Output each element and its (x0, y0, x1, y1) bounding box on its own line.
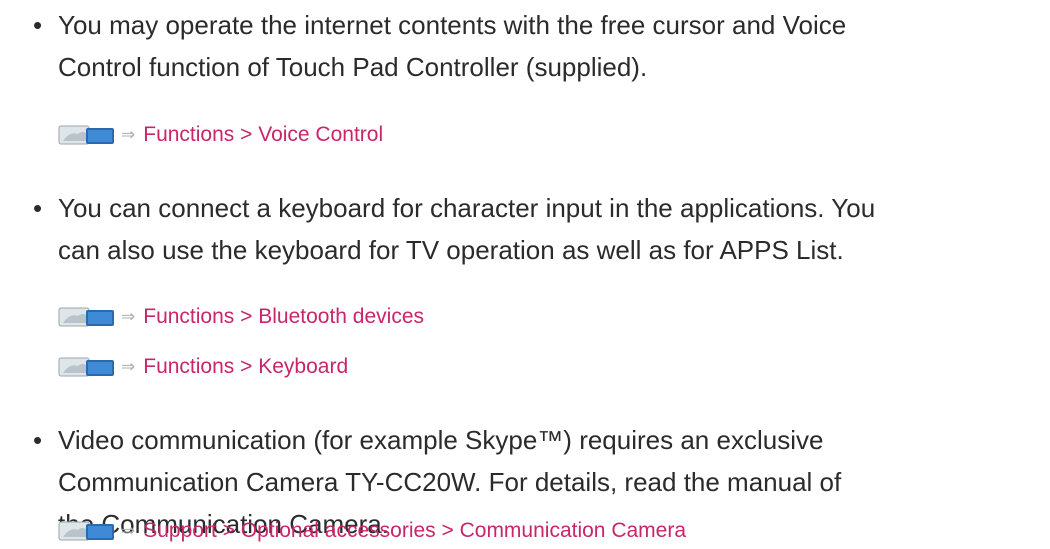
ehelp-book-icon (58, 521, 114, 541)
reference-link-row[interactable]: ⇒ Functions > Keyboard (58, 352, 348, 382)
reference-link[interactable]: Functions > Keyboard (143, 355, 348, 379)
ehelp-book-icon (58, 357, 114, 377)
arrow-right-icon: ⇒ (121, 307, 136, 326)
bullet-text-line: can also use the keyboard for TV operati… (58, 235, 844, 265)
bullet-text-line: You can connect a keyboard for character… (58, 193, 876, 223)
bullet-text-line: Control function of Touch Pad Controller… (58, 52, 648, 82)
reference-link-row[interactable]: ⇒ Functions > Bluetooth devices (58, 302, 424, 332)
bullet-text-line: Communication Camera TY-CC20W. For detai… (58, 467, 842, 497)
ehelp-book-icon (58, 307, 114, 327)
bullet-dot: • (33, 10, 43, 40)
arrow-right-icon: ⇒ (121, 357, 136, 376)
reference-link[interactable]: Functions > Voice Control (143, 123, 383, 147)
bullet-text-line: Video communication (for example Skype™)… (58, 425, 824, 455)
bullet-text: You can connect a keyboard for character… (58, 187, 1033, 271)
reference-link[interactable]: Support > Optional accessories > Communi… (143, 519, 686, 543)
ehelp-book-icon (58, 125, 114, 145)
reference-link-row[interactable]: ⇒ Support > Optional accessories > Commu… (58, 516, 686, 546)
arrow-right-icon: ⇒ (121, 521, 136, 540)
help-page: • You may operate the internet contents … (0, 0, 1050, 549)
reference-link-row[interactable]: ⇒ Functions > Voice Control (58, 120, 383, 150)
bullet-text-line: You may operate the internet contents wi… (58, 10, 847, 40)
bullet-text: You may operate the internet contents wi… (58, 4, 1033, 88)
bullet-dot: • (33, 425, 43, 455)
bullet-dot: • (33, 193, 43, 223)
reference-link[interactable]: Functions > Bluetooth devices (143, 305, 424, 329)
arrow-right-icon: ⇒ (121, 125, 136, 144)
